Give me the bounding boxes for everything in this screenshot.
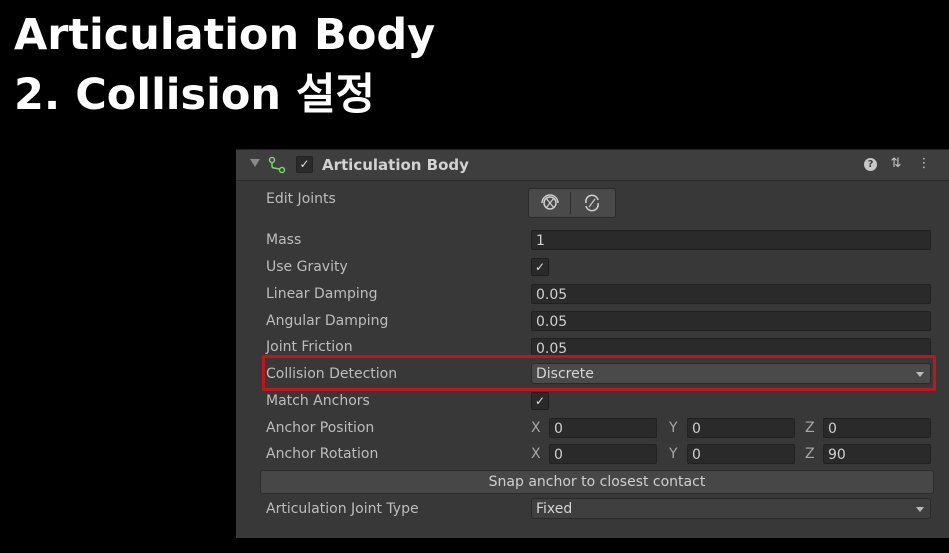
use-gravity-label: Use Gravity <box>266 259 348 275</box>
edit-joints-label: Edit Joints <box>266 191 336 207</box>
inspector-panel: ✓ Articulation Body ? ⇅ ⋮ Edit Joints Ma… <box>236 149 949 538</box>
edit-joints-toolbar <box>528 188 616 218</box>
snap-anchor-button[interactable]: Snap anchor to closest contact <box>260 470 934 494</box>
use-gravity-checkbox[interactable]: ✓ <box>531 258 549 276</box>
mass-field[interactable]: 1 <box>531 230 931 250</box>
angular-damping-label: Angular Damping <box>266 313 389 329</box>
anchor-position-z-label: Z <box>805 420 815 436</box>
help-icon[interactable]: ? <box>864 158 877 171</box>
component-header[interactable]: ✓ Articulation Body ? ⇅ ⋮ <box>236 150 949 181</box>
chevron-down-icon <box>916 507 924 512</box>
anchor-rotation-y-label: Y <box>669 446 678 462</box>
anchor-rotation-z-field[interactable]: 90 <box>823 444 931 464</box>
anchor-rotation-y-field[interactable]: 0 <box>687 444 795 464</box>
linear-damping-label: Linear Damping <box>266 286 378 302</box>
anchor-rotation-label: Anchor Rotation <box>266 446 379 462</box>
anchor-position-x-label: X <box>531 420 541 436</box>
match-anchors-label: Match Anchors <box>266 393 370 409</box>
anchor-rotation-x-label: X <box>531 446 541 462</box>
edit-limits-icon[interactable] <box>572 192 612 214</box>
preset-icon[interactable]: ⇅ <box>888 156 904 172</box>
edit-anchor-icon[interactable] <box>530 192 571 214</box>
anchor-position-z-field[interactable]: 0 <box>823 418 931 438</box>
joint-type-label: Articulation Joint Type <box>266 501 419 517</box>
joint-type-value: Fixed <box>536 501 573 517</box>
articulation-body-icon <box>268 156 286 174</box>
linear-damping-field[interactable]: 0.05 <box>531 284 931 304</box>
collision-detection-highlight <box>262 355 936 391</box>
joint-friction-label: Joint Friction <box>266 339 353 355</box>
anchor-position-y-label: Y <box>669 420 678 436</box>
anchor-rotation-x-field[interactable]: 0 <box>549 444 657 464</box>
match-anchors-checkbox[interactable]: ✓ <box>531 392 549 410</box>
anchor-position-x-field[interactable]: 0 <box>549 418 657 438</box>
anchor-position-y-field[interactable]: 0 <box>687 418 795 438</box>
anchor-position-label: Anchor Position <box>266 420 375 436</box>
overlay-title-line2: 2. Collision 설정 <box>14 70 376 120</box>
more-options-icon[interactable]: ⋮ <box>916 156 932 172</box>
overlay-title-line1: Articulation Body <box>14 10 436 60</box>
angular-damping-field[interactable]: 0.05 <box>531 311 931 331</box>
anchor-rotation-z-label: Z <box>805 446 815 462</box>
mass-label: Mass <box>266 232 302 248</box>
joint-type-dropdown[interactable]: Fixed <box>531 498 931 519</box>
component-enabled-checkbox[interactable]: ✓ <box>296 156 313 173</box>
component-title: Articulation Body <box>322 156 469 174</box>
foldout-arrow-icon[interactable] <box>250 159 260 167</box>
